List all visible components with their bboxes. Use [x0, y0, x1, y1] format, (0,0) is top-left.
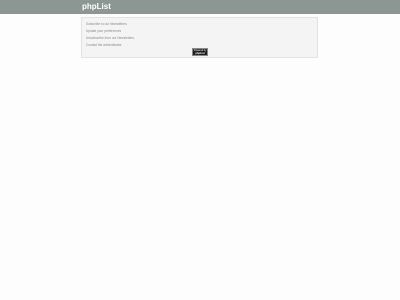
brand-logo-text[interactable]: phpList [82, 1, 111, 13]
unsubscribe-link[interactable]: Unsubscribe from our Newsletters [86, 36, 134, 40]
update-preferences-link[interactable]: Update your preferences [86, 29, 121, 33]
subscription-links-list: Subscribe to our Newsletters Update your… [86, 21, 134, 49]
top-navigation-bar: phpList [0, 0, 400, 14]
content-panel: Subscribe to our Newsletters Update your… [81, 17, 318, 58]
badge-bottom-text: phpList [195, 52, 205, 55]
list-item: Update your preferences [86, 28, 134, 35]
powered-by-badge[interactable]: Powered by phpList [192, 48, 208, 56]
list-item: Contact the administrator [86, 42, 134, 49]
list-item: Unsubscribe from our Newsletters [86, 35, 134, 42]
list-item: Subscribe to our Newsletters [86, 21, 134, 28]
contact-admin-link[interactable]: Contact the administrator [86, 43, 122, 47]
subscribe-link[interactable]: Subscribe to our Newsletters [86, 22, 127, 26]
